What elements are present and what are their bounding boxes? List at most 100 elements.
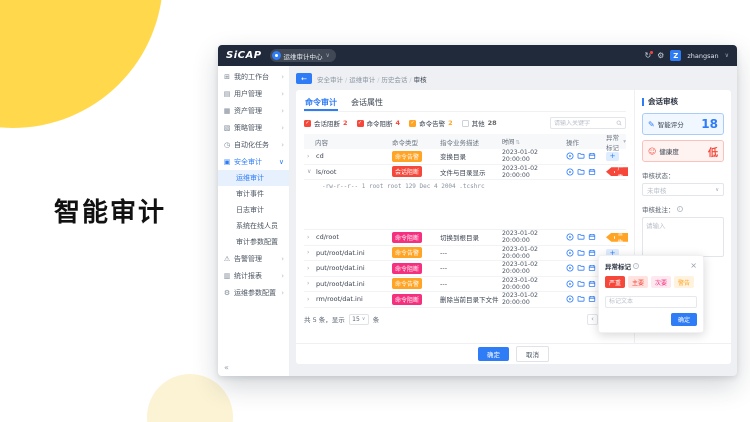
checkbox-icon[interactable]: ✓ (409, 120, 416, 127)
sidebar-item-asset-mgmt[interactable]: ▦ 资产管理 › (218, 102, 289, 119)
folder-icon[interactable] (577, 233, 585, 241)
automation-icon: ◷ (223, 141, 231, 149)
table-row[interactable]: ›put/root/dat.ini 命令阻断 --- 2023-01-02 20… (304, 261, 626, 277)
calendar-icon[interactable] (588, 264, 596, 272)
play-circle-icon[interactable] (566, 152, 574, 160)
play-circle-icon[interactable] (566, 264, 574, 272)
table-row[interactable]: ›put/root/dat.ini 命令告警 --- 2023-01-02 20… (304, 246, 626, 262)
sidebar-item-my-workbench[interactable]: ⊞ 我的工作台 › (218, 68, 289, 85)
back-button[interactable]: ← (296, 73, 312, 84)
calendar-icon[interactable] (588, 152, 596, 160)
chevron-icon: › (281, 289, 284, 297)
expand-caret-icon[interactable]: › (307, 249, 313, 256)
expand-caret-icon[interactable]: ∨ (307, 168, 313, 175)
table-row[interactable]: ›rm/root/dat.ini 命令阻断 删除当前目录下文件 2023-01-… (304, 292, 626, 308)
tab-session-props[interactable]: 会话属性 (350, 95, 384, 111)
play-circle-icon[interactable] (566, 295, 574, 303)
expand-caret-icon[interactable]: › (307, 265, 313, 272)
play-circle-icon[interactable] (566, 168, 574, 176)
sidebar-subitem-log-audit[interactable]: 日志审计 (218, 202, 289, 218)
table-row[interactable]: ›cd 命令告警 变换目录 2023-01-02 20:00:00 + (304, 149, 626, 165)
info-icon: i (633, 263, 639, 269)
sidebar-subitem-online-users[interactable]: 系统在线人员 (218, 218, 289, 234)
play-circle-icon[interactable] (566, 280, 574, 288)
sidebar-subitem-audit-events[interactable]: 审计事件 (218, 186, 289, 202)
severity-tag[interactable]: 严重 (605, 276, 625, 288)
anomaly-tag[interactable]: 严重 (606, 167, 628, 176)
confirm-button[interactable]: 确定 (478, 347, 509, 361)
sidebar-item-security-audit[interactable]: ▣ 安全审计 ∨ (218, 153, 289, 170)
calendar-icon[interactable] (588, 168, 596, 176)
workspace-switcher[interactable]: 运维审计中心 ∨ (270, 49, 336, 62)
sidebar-item-ops-param-config[interactable]: ⚙ 运维参数配置 › (218, 284, 289, 301)
sidebar-subitem-ops-audit[interactable]: 运维审计 (218, 170, 289, 186)
folder-icon[interactable] (577, 249, 585, 257)
mark-text-input[interactable] (605, 296, 697, 308)
sidebar-item-alarm-mgmt[interactable]: ⚠ 告警管理 › (218, 250, 289, 267)
calendar-icon[interactable] (588, 280, 596, 288)
health-icon: ☺ (648, 147, 656, 156)
folder-icon[interactable] (577, 280, 585, 288)
filter-checkbox-2[interactable]: ✓ 命令告警 2 (409, 118, 453, 128)
keyword-search[interactable] (550, 117, 626, 129)
prev-page-button[interactable]: ‹ (587, 314, 598, 325)
col-header: 命令类型 (392, 137, 440, 147)
expand-caret-icon[interactable]: › (307, 280, 313, 287)
review-status-select[interactable]: 未审核 ∨ (642, 183, 724, 196)
play-circle-icon[interactable] (566, 233, 574, 241)
review-status-label: 审核状态： (642, 170, 724, 180)
folder-icon[interactable] (577, 264, 585, 272)
checkbox-icon[interactable]: ✓ (304, 120, 311, 127)
health-card[interactable]: ☺ 健康度 低 (642, 140, 724, 162)
app-window: SiCAP 运维审计中心 ∨ ↻ ⚙ Z zhangsan ∨ ⊞ 我的工作台 … (218, 45, 737, 376)
sort-icon[interactable]: ▾ (623, 139, 626, 145)
gear-icon[interactable]: ⚙ (657, 52, 664, 60)
sort-icon[interactable]: ⇅ (515, 140, 520, 146)
table-row[interactable]: ›put/root/dat.ini 命令告警 --- 2023-01-02 20… (304, 277, 626, 293)
folder-icon[interactable] (577, 168, 585, 176)
chevron-icon: › (281, 90, 284, 98)
close-icon[interactable]: × (690, 262, 697, 270)
search-input[interactable] (554, 120, 616, 127)
checkbox-icon[interactable]: ✓ (357, 120, 364, 127)
refresh-icon[interactable]: ↻ (644, 52, 651, 60)
page-size-select[interactable]: 15 ∨ (349, 314, 369, 325)
breadcrumb-item[interactable]: 安全审计 (317, 76, 343, 84)
calendar-icon[interactable] (588, 295, 596, 303)
sidebar-item-policy-mgmt[interactable]: ▧ 策略管理 › (218, 119, 289, 136)
play-circle-icon[interactable] (566, 249, 574, 257)
table-row[interactable]: ›cd/root 命令阻断 切换到根目录 2023-01-02 20:00:00… (304, 230, 626, 246)
review-note-textarea[interactable] (642, 217, 724, 257)
expand-caret-icon[interactable]: › (307, 296, 313, 303)
folder-icon[interactable] (577, 152, 585, 160)
avatar[interactable]: Z (670, 50, 681, 61)
expand-caret-icon[interactable]: › (307, 234, 313, 241)
popup-confirm-button[interactable]: 确定 (671, 313, 697, 326)
sidebar-collapse-icon[interactable]: « (224, 363, 229, 372)
anomaly-tag[interactable]: 警告 (606, 233, 628, 242)
sidebar-item-automation-tasks[interactable]: ◷ 自动化任务 › (218, 136, 289, 153)
severity-tag[interactable]: 主要 (628, 276, 648, 288)
filter-checkbox-3[interactable]: 其他 28 (462, 118, 497, 128)
filter-checkbox-0[interactable]: ✓ 会话阻断 2 (304, 118, 348, 128)
smart-score-card[interactable]: ✎ 智能评分 18 (642, 113, 724, 135)
severity-tag[interactable]: 次要 (651, 276, 671, 288)
expand-caret-icon[interactable]: › (307, 153, 313, 160)
calendar-icon[interactable] (588, 249, 596, 257)
tab-command-audit[interactable]: 命令审计 (304, 95, 338, 111)
user-chevron-icon[interactable]: ∨ (725, 52, 729, 59)
sidebar-subitem-audit-param-config[interactable]: 审计参数配置 (218, 234, 289, 250)
checkbox-icon[interactable] (462, 120, 469, 127)
cancel-button[interactable]: 取消 (516, 346, 549, 362)
breadcrumb-item[interactable]: 运维审计 (349, 76, 375, 84)
breadcrumb-item[interactable]: 历史会话 (381, 76, 407, 84)
folder-icon[interactable] (577, 295, 585, 303)
filter-checkbox-1[interactable]: ✓ 命令阻断 4 (357, 118, 401, 128)
severity-tag[interactable]: 警告 (674, 276, 694, 288)
sidebar-item-statistics-report[interactable]: ▥ 统计报表 › (218, 267, 289, 284)
chevron-down-icon: ∨ (326, 52, 330, 59)
add-mark-button[interactable]: + (606, 152, 619, 161)
sidebar-item-user-mgmt[interactable]: ▤ 用户管理 › (218, 85, 289, 102)
calendar-icon[interactable] (588, 233, 596, 241)
table-row[interactable]: ∨ls/root 会话阻断 文件与目录显示 2023-01-02 20:00:0… (304, 165, 626, 181)
